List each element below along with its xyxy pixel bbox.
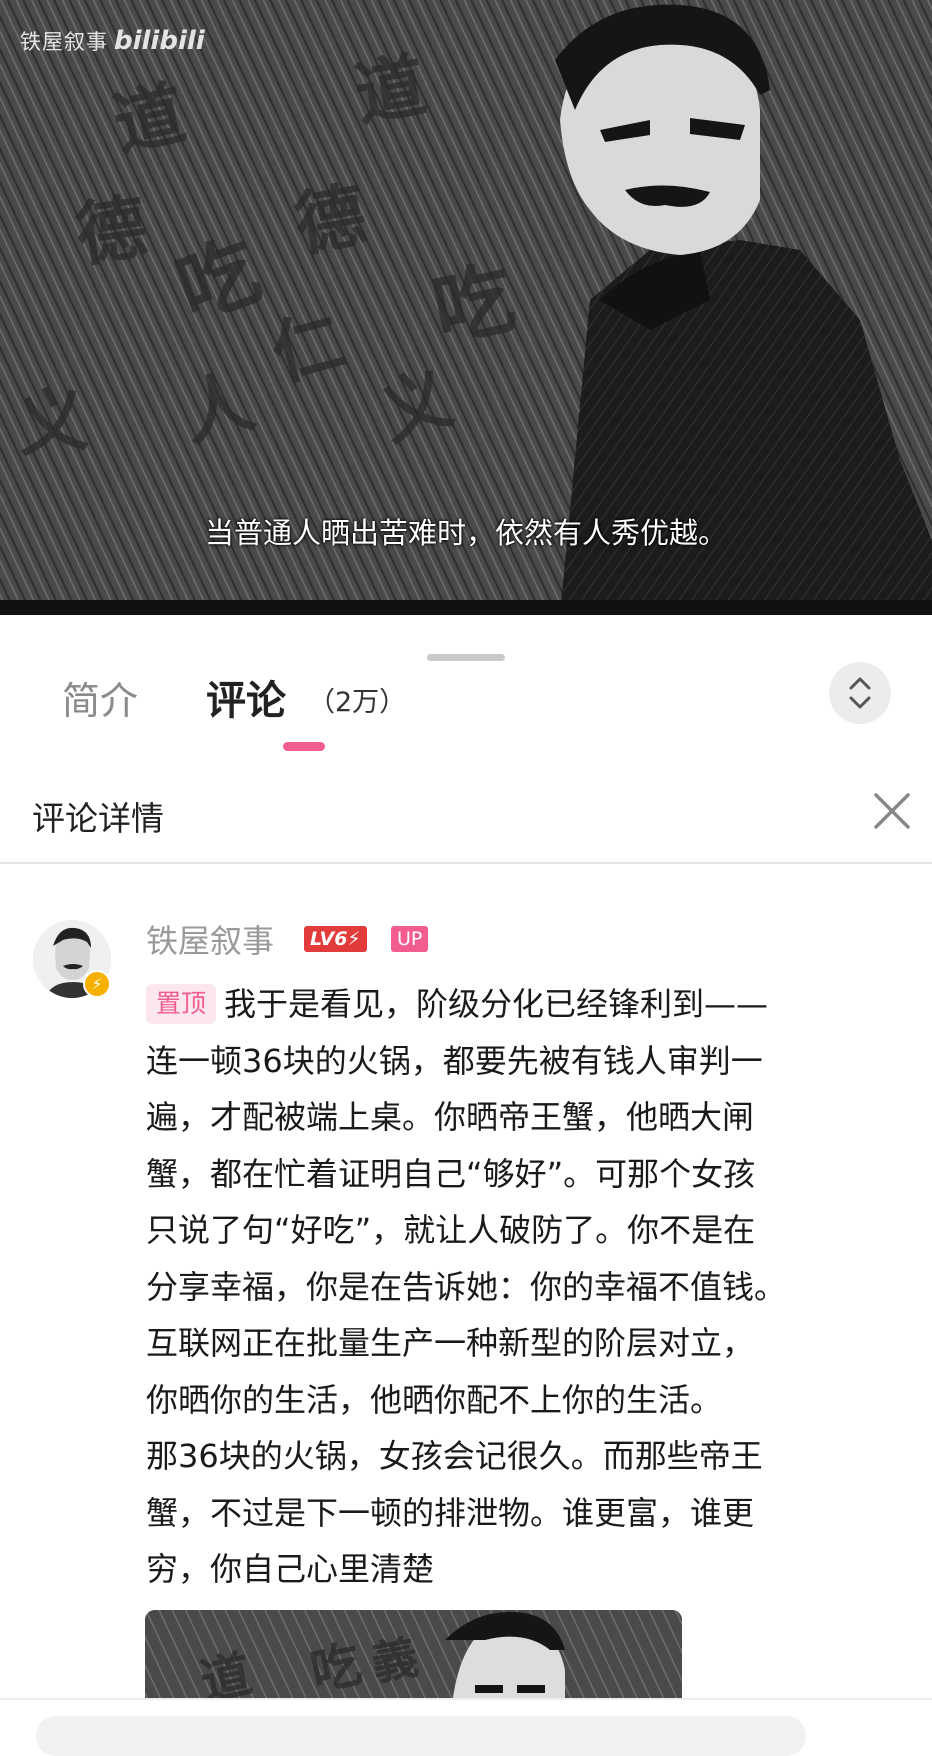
tab-comments-count: （2万） (308, 687, 407, 718)
svg-text:义: 义 (13, 377, 91, 467)
header-divider (0, 862, 932, 864)
video-player[interactable]: 道 德 吃 德 仁 道 义 吃 义 人 铁屋叙事 bilibili 当普通人晒出苦… (0, 0, 932, 615)
active-tab-indicator (283, 742, 325, 751)
comment-line: 置顶 我于是看见，阶级分化已经锋利到—— (146, 976, 906, 1033)
tab-comments[interactable]: 评论 (206, 668, 286, 726)
lightning-icon: ⚡ (83, 970, 111, 998)
expand-collapse-button[interactable] (829, 662, 891, 724)
video-subtitle: 当普通人晒出苦难时，依然有人秀优越。 (204, 516, 727, 550)
comment-username[interactable]: 铁屋叙事 (146, 916, 274, 962)
level-badge: LV6⚡ (304, 926, 367, 952)
close-icon (874, 793, 910, 829)
comment-line: 分享幸福，你是在告诉她：你的幸福不值钱。 (146, 1267, 787, 1306)
comment-line: 连一顿36块的火锅，都要先被有钱人审判一 (146, 1041, 763, 1080)
chevron-up-down-icon (849, 677, 871, 709)
reply-input[interactable] (36, 1716, 806, 1756)
comment-line: 蟹，都在忙着证明自己“够好”。可那个女孩 (146, 1154, 756, 1193)
watermark-channel: 铁屋叙事 (20, 30, 108, 54)
pinned-badge: 置顶 (146, 984, 217, 1024)
comment-line: 你晒你的生活，他晒你配不上你的生活。 (146, 1380, 723, 1419)
comment-line: 互联网正在批量生产一种新型的阶层对立， (146, 1324, 755, 1362)
svg-text:德: 德 (71, 185, 152, 277)
comment-line: 那36块的火锅，女孩会记很久。而那些帝王 (146, 1437, 763, 1475)
svg-text:義: 義 (368, 1630, 423, 1691)
comment-line: 只说了句“好吃”，就让人破防了。你不是在 (146, 1211, 756, 1249)
close-button[interactable] (872, 791, 912, 831)
comment-line: 遍，才配被端上桌。你晒帝王蟹，他晒大闸 (146, 1098, 755, 1136)
up-badge: UP (391, 926, 429, 952)
comment-line: 蟹，不过是下一顿的排泄物。谁更富，谁更 (146, 1493, 755, 1532)
comment-sheet: 简介 评论 （2万） 评论详情 ⚡ 铁屋叙事 LV6⚡ UP 置顶 我于是看见，阶… (0, 630, 932, 1728)
video-watermark: 铁屋叙事 bilibili (20, 26, 205, 56)
sheet-drag-handle[interactable] (427, 654, 505, 661)
bilibili-logo: bilibili (114, 26, 205, 56)
comment-line-text: 我于是看见，阶级分化已经锋利到—— (224, 985, 769, 1023)
tab-intro[interactable]: 简介 (62, 670, 138, 725)
svg-text:道: 道 (349, 43, 432, 137)
comment-line: 穷，你自己心里清楚 (146, 1550, 435, 1588)
comment-text: 置顶 我于是看见，阶级分化已经锋利到—— 连一顿36块的火锅，都要先被有钱人审判一… (146, 976, 906, 1598)
comment-detail-title: 评论详情 (32, 799, 164, 838)
svg-text:德: 德 (289, 173, 372, 267)
